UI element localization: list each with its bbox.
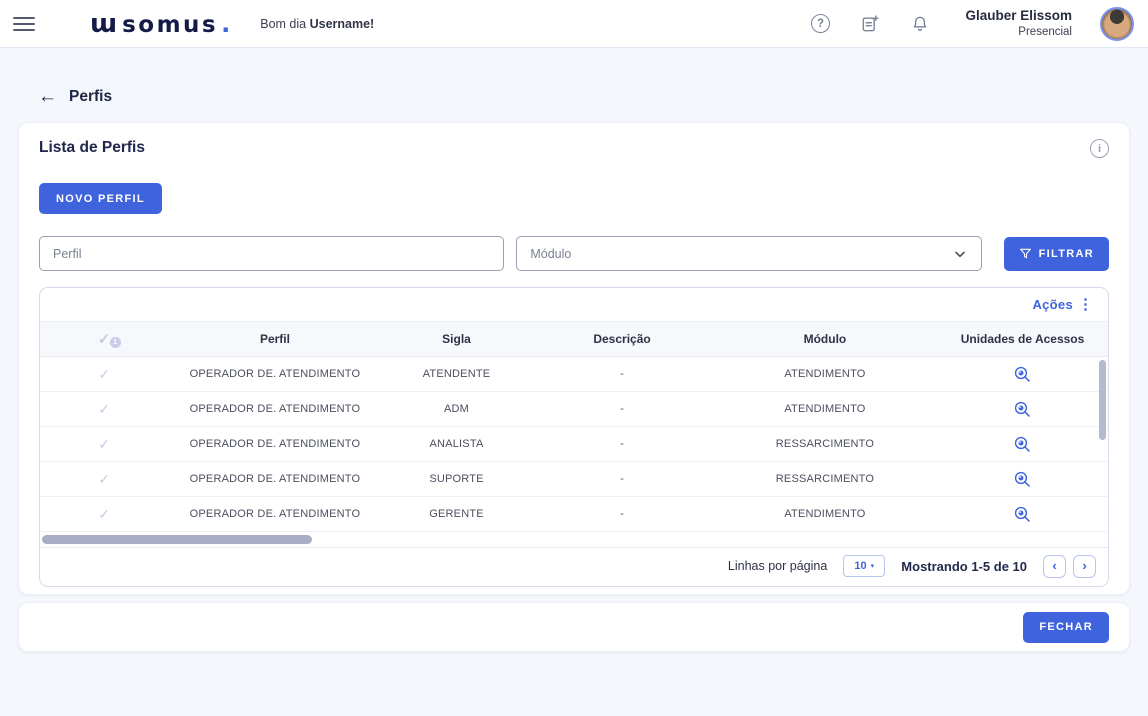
modulo-placeholder: Módulo	[530, 247, 571, 261]
view-access-units-icon[interactable]	[937, 505, 1108, 524]
cell-modulo: RESSARCIMENTO	[713, 473, 937, 485]
horizontal-scrollbar-thumb[interactable]	[42, 535, 312, 544]
user-name: Glauber Elissom	[965, 8, 1072, 25]
prev-page-button[interactable]: ‹	[1043, 555, 1066, 578]
check-icon: ✓	[40, 471, 168, 488]
greeting-text: Bom dia Username!	[260, 17, 374, 31]
note-add-icon[interactable]	[859, 13, 881, 35]
chevron-down-icon	[952, 246, 968, 262]
kebab-menu-icon: ⋮	[1078, 297, 1093, 312]
app-screen: ɯ somus . Bom dia Username! ?	[0, 0, 1148, 716]
cell-sigla: SUPORTE	[382, 473, 532, 485]
cell-sigla: ADM	[382, 403, 532, 415]
view-access-units-icon[interactable]	[937, 365, 1108, 384]
modulo-select[interactable]: Módulo	[516, 236, 981, 271]
perfil-input[interactable]	[39, 236, 504, 271]
table-row[interactable]: ✓ OPERADOR DE. ATENDIMENTO ADM - ATENDIM…	[40, 392, 1108, 427]
check-icon: ✓	[40, 366, 168, 383]
cell-descricao: -	[531, 403, 713, 415]
actions-menu[interactable]: Ações ⋮	[40, 288, 1108, 321]
filter-icon	[1019, 247, 1032, 260]
cell-modulo: RESSARCIMENTO	[713, 438, 937, 450]
menu-icon[interactable]	[13, 13, 35, 35]
view-access-units-icon[interactable]	[937, 435, 1108, 454]
sort-check-icon: ✓	[98, 330, 111, 348]
view-access-units-icon[interactable]	[937, 400, 1108, 419]
view-access-units-icon[interactable]	[937, 470, 1108, 489]
novo-perfil-button[interactable]: NOVO PERFIL	[39, 183, 162, 214]
info-icon[interactable]: i	[1090, 139, 1109, 158]
col-header-modulo[interactable]: Módulo	[713, 332, 937, 346]
cell-perfil: OPERADOR DE. ATENDIMENTO	[168, 438, 382, 450]
help-icon[interactable]: ?	[809, 13, 831, 35]
cell-sigla: ATENDENTE	[382, 368, 532, 380]
cell-perfil: OPERADOR DE. ATENDIMENTO	[168, 473, 382, 485]
footer-card: FECHAR	[18, 602, 1130, 652]
caret-down-icon: ▾	[871, 562, 875, 570]
next-page-button[interactable]: ›	[1073, 555, 1096, 578]
avatar[interactable]	[1100, 7, 1134, 41]
showing-range-label: Mostrando 1-5 de 10	[901, 559, 1027, 574]
cell-modulo: ATENDIMENTO	[713, 508, 937, 520]
cell-perfil: OPERADOR DE. ATENDIMENTO	[168, 403, 382, 415]
cell-sigla: ANALISTA	[382, 438, 532, 450]
logo-dot: .	[221, 10, 230, 38]
cell-descricao: -	[531, 508, 713, 520]
table-row[interactable]: ✓ OPERADOR DE. ATENDIMENTO ATENDENTE - A…	[40, 357, 1108, 392]
col-header-sigla[interactable]: Sigla	[382, 332, 532, 346]
logo-mark-icon: ɯ	[90, 9, 116, 39]
cell-modulo: ATENDIMENTO	[713, 368, 937, 380]
sort-order-badge: 1	[110, 337, 121, 348]
lista-de-perfis-card: Lista de Perfis i NOVO PERFIL Módulo	[18, 122, 1130, 595]
vertical-scrollbar-thumb[interactable]	[1099, 360, 1106, 440]
check-icon: ✓	[40, 506, 168, 523]
check-icon: ✓	[40, 436, 168, 453]
profiles-table: Ações ⋮ ✓ 1 Perfil Sigla Descrição Módul…	[39, 287, 1109, 587]
cell-descricao: -	[531, 368, 713, 380]
table-header-row: ✓ 1 Perfil Sigla Descrição Módulo Unidad…	[40, 321, 1108, 357]
rows-per-page-label: Linhas por página	[728, 559, 827, 573]
actions-label: Ações	[1032, 297, 1073, 312]
filter-row: Módulo FILTRAR	[39, 236, 1109, 271]
table-row[interactable]: ✓ OPERADOR DE. ATENDIMENTO GERENTE - ATE…	[40, 497, 1108, 532]
fechar-button[interactable]: FECHAR	[1023, 612, 1109, 643]
rows-per-page-select[interactable]: 10 ▾	[843, 555, 885, 577]
top-bar: ɯ somus . Bom dia Username! ?	[0, 0, 1148, 48]
card-title: Lista de Perfis	[39, 139, 1109, 157]
cell-descricao: -	[531, 473, 713, 485]
back-arrow-icon[interactable]: ←	[38, 87, 57, 106]
user-info[interactable]: Glauber Elissom Presencial	[965, 8, 1072, 39]
page-title: Perfis	[69, 88, 112, 106]
col-header-unidades[interactable]: Unidades de Acessos	[937, 332, 1108, 346]
logo-word: somus	[122, 12, 218, 38]
horizontal-scrollbar-track	[40, 532, 1108, 548]
pagination-bar: Linhas por página 10 ▾ Mostrando 1-5 de …	[40, 548, 1108, 584]
cell-sigla: GERENTE	[382, 508, 532, 520]
cell-modulo: ATENDIMENTO	[713, 403, 937, 415]
cell-descricao: -	[531, 438, 713, 450]
user-mode: Presencial	[965, 25, 1072, 39]
filtrar-button[interactable]: FILTRAR	[1004, 237, 1109, 271]
pagination-nav: ‹ ›	[1043, 555, 1096, 578]
topbar-right: ? Glauber Elissom Presencial	[809, 7, 1148, 41]
cell-perfil: OPERADOR DE. ATENDIMENTO	[168, 508, 382, 520]
bell-icon[interactable]	[909, 13, 931, 35]
check-icon: ✓	[40, 401, 168, 418]
sort-indicator[interactable]: ✓ 1	[40, 330, 168, 348]
col-header-perfil[interactable]: Perfil	[168, 332, 382, 346]
somus-logo: ɯ somus .	[90, 9, 230, 39]
col-header-descricao[interactable]: Descrição	[531, 332, 713, 346]
table-row[interactable]: ✓ OPERADOR DE. ATENDIMENTO SUPORTE - RES…	[40, 462, 1108, 497]
table-row[interactable]: ✓ OPERADOR DE. ATENDIMENTO ANALISTA - RE…	[40, 427, 1108, 462]
cell-perfil: OPERADOR DE. ATENDIMENTO	[168, 368, 382, 380]
back-nav[interactable]: ← Perfis	[38, 87, 112, 106]
